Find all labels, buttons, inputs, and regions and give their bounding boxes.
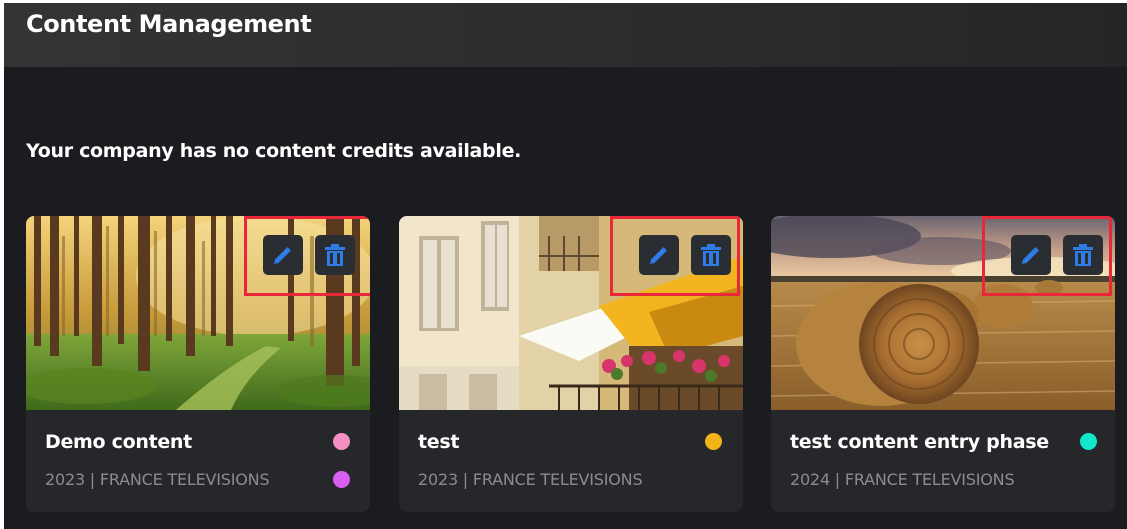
- app-window: Content Management Your company has no c…: [4, 3, 1127, 529]
- delete-button[interactable]: [1063, 235, 1103, 275]
- card-meta: 2023 | FRANCE TELEVISIONS: [418, 470, 643, 489]
- page-title: Content Management: [26, 10, 312, 38]
- credits-notice: Your company has no content credits avai…: [26, 140, 522, 162]
- card-meta: 2023 | FRANCE TELEVISIONS: [45, 470, 270, 489]
- status-dot-teal: [1080, 433, 1097, 450]
- trash-icon: [701, 244, 721, 266]
- content-card-test[interactable]: test 2023 | FRANCE TELEVISIONS: [399, 216, 743, 512]
- edit-button[interactable]: [263, 235, 303, 275]
- card-actions-highlight: [610, 216, 740, 296]
- delete-button[interactable]: [691, 235, 731, 275]
- card-title: test content entry phase: [790, 431, 1049, 453]
- edit-button[interactable]: [1011, 235, 1051, 275]
- pencil-icon: [274, 247, 291, 264]
- delete-button[interactable]: [315, 235, 355, 275]
- pencil-icon: [650, 247, 667, 264]
- pencil-icon: [1022, 247, 1039, 264]
- status-dot-pink: [333, 433, 350, 450]
- content-card-demo-content[interactable]: Demo content 2023 | FRANCE TELEVISIONS: [26, 216, 370, 512]
- trash-icon: [325, 244, 345, 266]
- page-header: Content Management: [4, 3, 1127, 67]
- status-dot-purple: [333, 471, 350, 488]
- status-dot-yellow: [705, 433, 722, 450]
- trash-icon: [1073, 244, 1093, 266]
- card-meta: 2024 | FRANCE TELEVISIONS: [790, 470, 1015, 489]
- content-card-test-content-entry-phase[interactable]: test content entry phase 2024 | FRANCE T…: [771, 216, 1115, 512]
- card-actions-highlight: [244, 216, 370, 296]
- card-title: test: [418, 431, 460, 453]
- card-actions-highlight: [982, 216, 1112, 296]
- card-title: Demo content: [45, 431, 192, 453]
- edit-button[interactable]: [639, 235, 679, 275]
